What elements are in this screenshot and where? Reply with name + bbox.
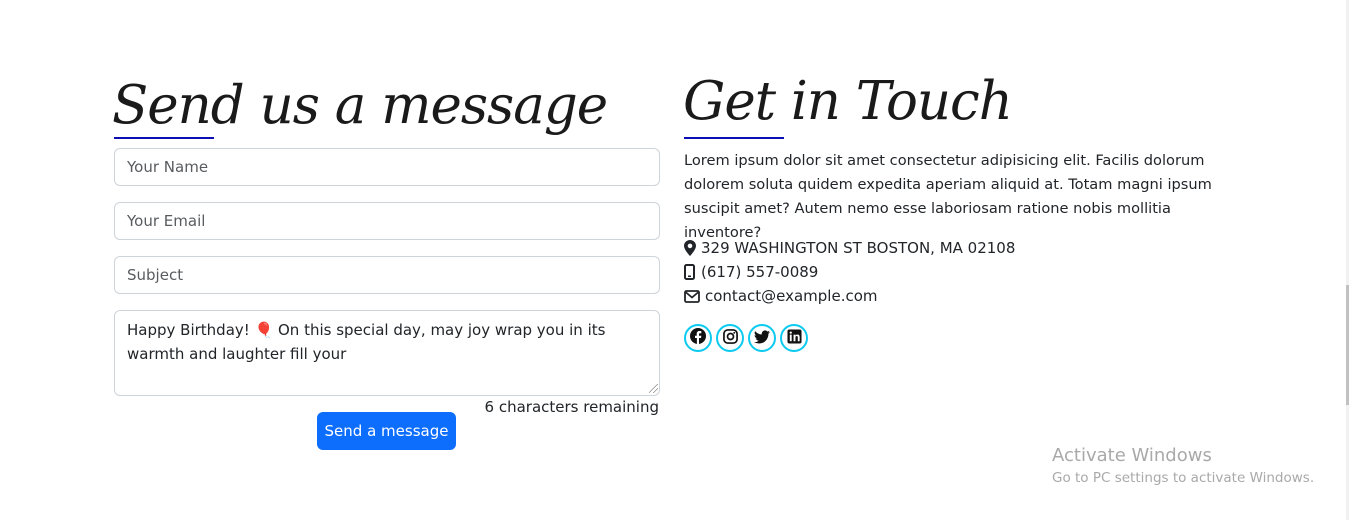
message-textarea[interactable] (114, 310, 660, 396)
address-row: 329 WASHINGTON ST BOSTON, MA 02108 (684, 236, 1015, 260)
phone-icon (684, 264, 700, 280)
linkedin-icon (786, 328, 802, 348)
email-row: contact@example.com (684, 284, 878, 308)
form-title-underline (114, 137, 214, 139)
activate-windows-title: Activate Windows (1052, 445, 1212, 466)
contact-page: Send us a message 6 characters remaining… (0, 0, 1349, 520)
phone-text: (617) 557-0089 (701, 263, 819, 281)
twitter-icon (754, 329, 770, 348)
subject-input[interactable] (114, 256, 660, 294)
form-title: Send us a message (112, 75, 608, 136)
contact-intro: Lorem ipsum dolor sit amet consectetur a… (684, 152, 1212, 241)
character-counter: 6 characters remaining (484, 398, 659, 416)
phone-row: (617) 557-0089 (684, 260, 818, 284)
linkedin-link[interactable] (780, 324, 808, 352)
send-message-button[interactable]: Send a message (317, 412, 456, 450)
activate-windows-subtitle: Go to PC settings to activate Windows. (1052, 470, 1315, 486)
instagram-link[interactable] (716, 324, 744, 352)
facebook-link[interactable] (684, 324, 712, 352)
textarea-resize-handle[interactable] (649, 384, 658, 393)
instagram-icon (722, 328, 738, 348)
twitter-link[interactable] (748, 324, 776, 352)
contact-title: Get in Touch (683, 71, 1013, 132)
name-input[interactable] (114, 148, 660, 186)
social-links (684, 324, 808, 352)
envelope-icon (684, 289, 704, 303)
map-marker-icon (684, 240, 700, 256)
email-input[interactable] (114, 202, 660, 240)
address-text: 329 WASHINGTON ST BOSTON, MA 02108 (701, 239, 1016, 257)
email-text: contact@example.com (705, 287, 878, 305)
contact-title-underline (684, 137, 784, 139)
facebook-icon (690, 328, 706, 348)
